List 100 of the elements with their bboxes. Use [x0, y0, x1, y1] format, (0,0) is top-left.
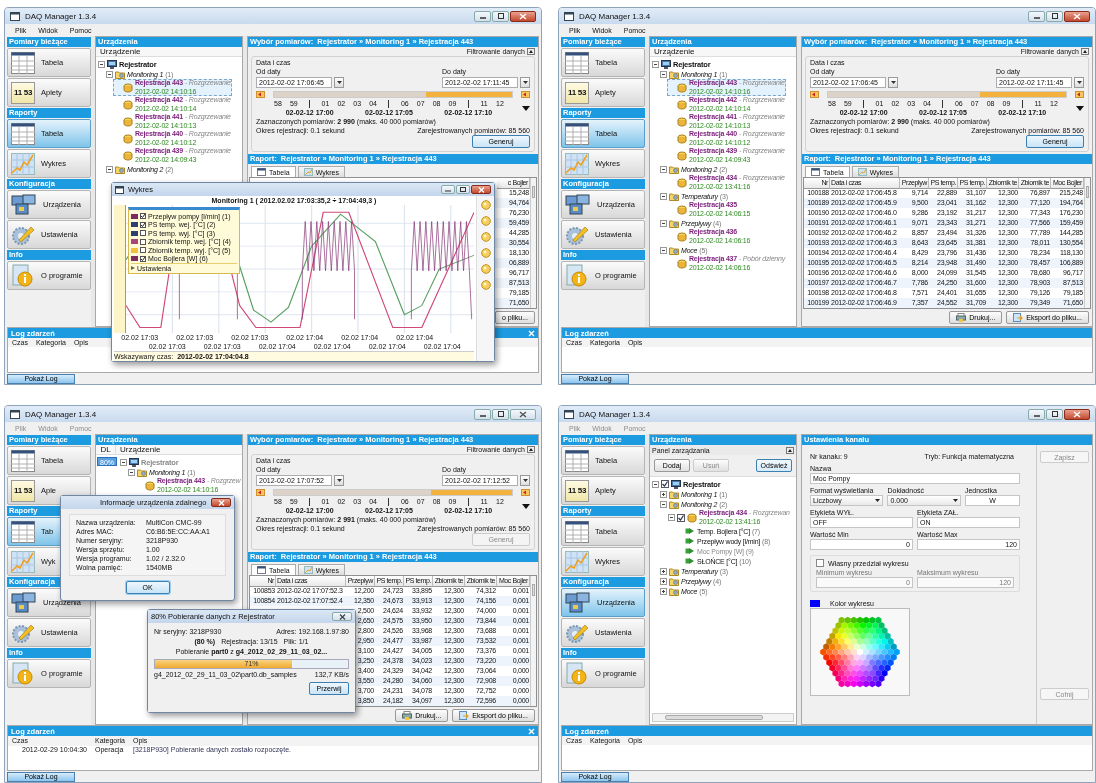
expand-icon[interactable]: [660, 567, 667, 575]
horizontal-scrollbar[interactable]: [652, 713, 794, 722]
record-icon: [677, 82, 687, 93]
table-icon: [565, 520, 589, 543]
maximize-button[interactable]: [492, 408, 509, 420]
close-icon: [519, 410, 527, 418]
info-icon: [565, 661, 589, 686]
checkbox[interactable]: [677, 513, 685, 522]
checkbox[interactable]: [816, 559, 824, 567]
checkbox[interactable]: [140, 238, 146, 245]
printer-icon: [402, 711, 413, 720]
collapse-icon[interactable]: [668, 514, 675, 521]
collapse-icon[interactable]: [660, 246, 667, 254]
dropdown-button[interactable]: [520, 475, 530, 486]
minimize-button[interactable]: [474, 408, 491, 420]
devices-icon: [565, 193, 591, 216]
close-icon: [1073, 410, 1081, 418]
expand-icon[interactable]: [660, 490, 667, 498]
collapse-icon[interactable]: [106, 70, 113, 78]
collapse-icon[interactable]: [660, 165, 667, 173]
checkbox[interactable]: [140, 213, 146, 220]
close-button[interactable]: [471, 185, 491, 194]
dropdown-button[interactable]: [1074, 77, 1084, 88]
collapse-icon[interactable]: [652, 60, 659, 68]
collapse-icon[interactable]: [106, 165, 113, 173]
time-range-slider[interactable]: [273, 90, 513, 98]
table-icon: [11, 51, 35, 74]
close-icon: [519, 12, 527, 20]
collapse-icon[interactable]: [652, 480, 659, 488]
color-picker-drawing[interactable]: [820, 616, 900, 688]
time-range-slider[interactable]: [827, 90, 1067, 98]
checkbox[interactable]: [140, 230, 146, 237]
folder-icon: [669, 191, 679, 201]
folder-icon: [669, 69, 679, 79]
close-button[interactable]: [332, 612, 352, 621]
devices-icon: [11, 193, 37, 216]
info-icon: [565, 263, 589, 288]
maximize-button[interactable]: [456, 185, 470, 194]
down-triangle-icon[interactable]: [1076, 105, 1084, 111]
vertical-scrollbar[interactable]: [530, 178, 536, 308]
collapse-icon[interactable]: [660, 500, 667, 508]
record-icon: [677, 231, 687, 242]
folder-icon: [115, 164, 125, 174]
close-button[interactable]: [510, 10, 536, 22]
collapse-icon[interactable]: [660, 192, 667, 200]
time-range-slider[interactable]: [273, 488, 513, 496]
close-button[interactable]: [510, 408, 536, 420]
checkbox[interactable]: [661, 480, 669, 488]
dropdown-button[interactable]: [334, 475, 344, 486]
collapse-icon[interactable]: [786, 446, 794, 454]
minimize-button[interactable]: [1028, 408, 1045, 420]
vertical-scrollbar[interactable]: [530, 576, 536, 706]
close-icon[interactable]: [528, 727, 535, 735]
dropdown-button[interactable]: [520, 77, 530, 88]
color-swatch[interactable]: [810, 599, 820, 607]
vertical-scrollbar[interactable]: [1084, 178, 1090, 308]
device-icon: [671, 479, 681, 489]
close-button[interactable]: [1064, 408, 1090, 420]
close-button[interactable]: [211, 498, 231, 507]
column-header[interactable]: DL: [96, 445, 116, 454]
maximize-button[interactable]: [1046, 10, 1063, 22]
device-icon: [129, 457, 139, 467]
window-title: DAQ Manager 1.3.4: [579, 11, 651, 21]
app-icon: [10, 409, 20, 419]
collapse-icon[interactable]: [98, 60, 105, 68]
checkbox[interactable]: [140, 247, 146, 254]
column-header[interactable]: Urządzenie: [650, 47, 695, 56]
line-chart-icon: [857, 168, 867, 176]
down-triangle-icon[interactable]: [522, 105, 530, 111]
close-button[interactable]: [1064, 10, 1090, 22]
record-icon: [677, 133, 687, 144]
collapse-icon[interactable]: [660, 70, 667, 78]
dropdown-button[interactable]: [888, 77, 898, 88]
column-header[interactable]: Urządzenie: [96, 47, 141, 56]
down-triangle-icon[interactable]: [522, 503, 530, 509]
record-icon: [677, 99, 687, 110]
folder-icon: [669, 164, 679, 174]
expand-icon[interactable]: [660, 587, 667, 595]
table-icon: [565, 449, 589, 472]
record-icon: [123, 82, 133, 93]
collapse-icon[interactable]: [1081, 48, 1089, 55]
minimize-button[interactable]: [474, 10, 491, 22]
checkbox[interactable]: [140, 221, 146, 228]
close-icon: [477, 186, 485, 193]
expand-arrow-icon[interactable]: [131, 266, 135, 270]
folder-icon: [115, 69, 125, 79]
maximize-button[interactable]: [492, 10, 509, 22]
collapse-icon[interactable]: [660, 219, 667, 227]
collapse-icon[interactable]: [527, 48, 535, 55]
printer-icon: [956, 313, 967, 322]
maximize-icon: [1050, 12, 1059, 20]
collapse-icon[interactable]: [527, 446, 535, 453]
column-header[interactable]: Urządzenie: [116, 445, 161, 454]
checkbox[interactable]: [140, 255, 146, 262]
close-icon[interactable]: [528, 329, 535, 337]
expand-icon[interactable]: [660, 577, 667, 585]
minimize-button[interactable]: [1028, 10, 1045, 22]
maximize-button[interactable]: [1046, 408, 1063, 420]
dropdown-button[interactable]: [334, 77, 344, 88]
app-icon: [564, 409, 574, 419]
